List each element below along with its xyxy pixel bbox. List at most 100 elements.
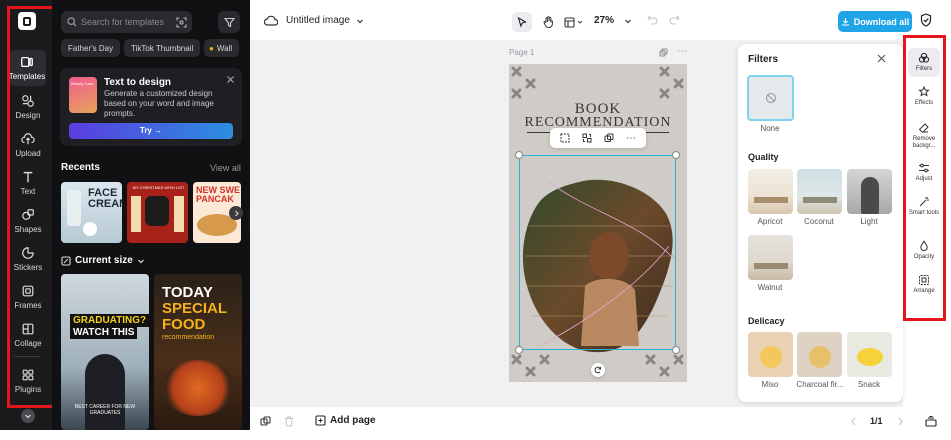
tool-adjust[interactable]: Adjust [908,162,940,183]
search-placeholder: Search for templates [81,17,165,27]
page-duplicate-button[interactable] [659,48,668,60]
template-special-food[interactable]: TODAY SPECIAL FOOD recommendation [154,274,242,430]
layout-menu-button[interactable] [562,12,584,32]
top-toolbar: Untitled image 27% Download all [250,0,951,40]
document-title[interactable]: Untitled image [286,15,364,26]
filter-coconut[interactable] [797,169,842,214]
recent-face-cream[interactable]: FACE CREAM [61,182,122,243]
nav-design[interactable]: Design [10,90,46,124]
zoom-dropdown[interactable]: 27% [594,15,632,26]
chip-wall[interactable]: ● Wall [204,39,240,57]
nav-plugins[interactable]: Plugins [10,364,46,398]
recent-label: NEW SWE PANCAK [196,185,240,204]
arrange-icon [919,275,929,285]
promo-body: Generate a customized design based on yo… [104,89,214,118]
tool-arrange[interactable]: Arrange [908,274,940,295]
recent-label: FACE CREAM [88,187,122,210]
chip-tiktok-thumbnail[interactable]: TikTok Thumbnail [124,39,201,57]
page-layout-button[interactable] [925,416,937,430]
filter-apricot[interactable] [748,169,793,214]
recents-title: Recents [61,162,100,173]
nav-label: Plugins [14,385,42,394]
shapes-icon [22,209,34,220]
app-logo[interactable] [18,12,36,30]
droplet-icon [920,240,928,252]
tool-smart-tools[interactable]: Smart tools [908,196,940,217]
add-page-button[interactable]: Add page [315,415,376,426]
search-input[interactable]: Search for templates [61,11,192,33]
filter-walnut[interactable] [748,235,793,280]
chevron-right-icon [234,210,239,216]
nav-stickers[interactable]: Stickers [10,242,46,276]
filter-none[interactable] [747,75,794,121]
left-navigation: Templates Design Upload Text Shapes Stic… [0,0,52,430]
hand-tool-button[interactable] [538,12,558,32]
resize-handle-tr[interactable] [672,151,680,159]
filter-charcoal-fir[interactable] [797,332,842,377]
plugins-icon [22,369,34,381]
text-to-design-card: Beauty Care Text to design Generate a cu… [60,68,242,146]
promo-close-button[interactable] [226,75,236,85]
filters-close-button[interactable] [877,54,886,66]
resize-handle-tl[interactable] [515,151,523,159]
nav-templates[interactable]: Templates [8,50,46,86]
recent-label: MY CHRISTMAS WISH LIST [132,185,185,190]
filter-miso[interactable] [748,332,793,377]
recent-christmas-wish-list[interactable]: MY CHRISTMAS WISH LIST [127,182,188,243]
current-size-dropdown[interactable]: Current size [61,255,145,266]
try-button[interactable]: Try → [69,123,233,139]
tool-effects[interactable]: Effects [908,86,940,107]
right-toolbar: Filters Effects Remove backgr... Adjust … [906,38,942,320]
delete-page-button[interactable] [284,416,294,430]
replace-icon[interactable] [582,133,592,143]
nav-frames[interactable]: Frames [10,280,46,314]
user-avatar[interactable] [21,409,35,423]
page-more-button[interactable]: ⋯ [677,46,687,57]
crop-select-icon[interactable] [560,133,570,143]
promo-title: Text to design [104,77,172,88]
selection-box[interactable] [519,155,676,350]
nav-shapes[interactable]: Shapes [10,204,46,238]
next-page-button[interactable] [897,417,904,429]
prev-page-button[interactable] [850,417,857,429]
shield-button[interactable] [920,13,932,30]
pages-button[interactable] [260,416,271,430]
filter-button[interactable] [218,11,240,33]
resize-handle-br[interactable] [672,346,680,354]
person-image [861,177,879,214]
filter-light[interactable] [847,169,892,214]
template-line3: FOOD [162,316,206,333]
nav-label: Templates [8,72,46,81]
close-icon [877,54,886,63]
text-icon [23,171,33,183]
nav-text[interactable]: Text [10,166,46,200]
image-search-button[interactable] [174,15,188,29]
more-options-icon[interactable]: ⋯ [626,133,636,144]
food-bowl-image [162,360,234,416]
view-all-link[interactable]: View all [210,163,241,173]
nav-upload[interactable]: Upload [10,128,46,162]
scroll-right-button[interactable] [229,206,243,220]
redo-button[interactable] [669,14,680,28]
chip-fathers-day[interactable]: Father's Day [61,39,121,57]
tool-opacity[interactable]: Opacity [908,240,940,261]
chairs-image [754,197,788,203]
resize-handle-bl[interactable] [515,346,523,354]
template-graduating[interactable]: GRADUATING? WATCH THIS BEST CAREER FOR N… [61,274,149,430]
download-all-button[interactable]: Download all [838,11,912,32]
filter-snack[interactable] [847,332,892,377]
undo-button[interactable] [647,14,658,28]
chevron-down-icon [356,19,363,23]
copy-icon[interactable] [604,133,614,143]
eraser-icon [918,123,929,133]
undo-icon [647,15,658,25]
no-filter-icon [765,92,776,104]
add-page-icon [315,415,326,426]
chairs-image [754,263,788,269]
tool-filters[interactable]: Filters [908,48,940,77]
tool-remove-background[interactable]: Remove backgr... [908,122,940,150]
select-tool-button[interactable] [512,12,532,32]
rotate-handle[interactable] [591,363,605,377]
nav-collage[interactable]: Collage [10,318,46,352]
chip-label: Wall [216,43,233,53]
